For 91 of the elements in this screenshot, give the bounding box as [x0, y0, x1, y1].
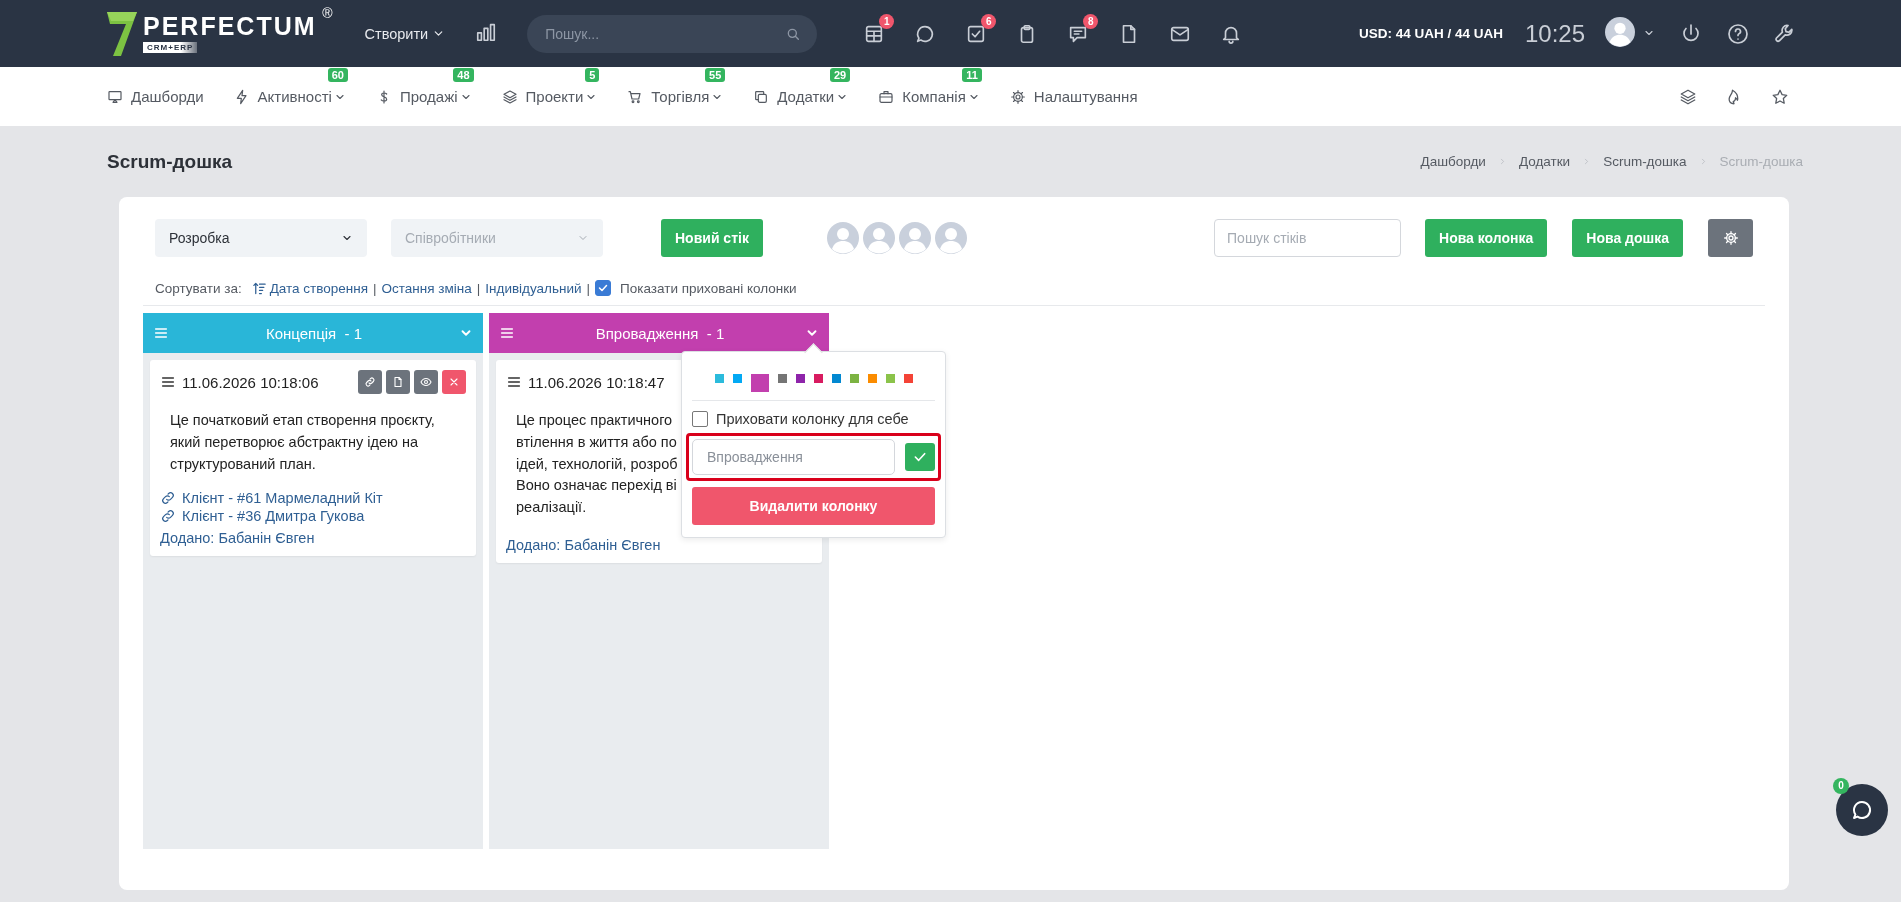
page-title: Scrum-дошка	[107, 150, 233, 173]
cart-icon	[627, 88, 644, 105]
eye-icon	[420, 376, 432, 388]
view-button[interactable]	[414, 370, 438, 394]
column-title: Концепція - 1	[264, 324, 364, 342]
notification-badge: 8	[1083, 13, 1099, 29]
copy-icon	[753, 88, 770, 105]
link-icon	[364, 376, 376, 388]
breadcrumb-link[interactable]: Дашборди	[1420, 154, 1486, 169]
logo-mark-icon	[107, 11, 137, 56]
search-field[interactable]: Пошук стіків	[1214, 219, 1402, 257]
checkbox[interactable]	[595, 280, 612, 296]
file-button[interactable]	[386, 370, 410, 394]
breadcrumb-link[interactable]: Scrum-дошка	[1603, 154, 1687, 169]
color-swatch[interactable]	[885, 374, 895, 383]
avatar-icon	[934, 222, 967, 254]
color-swatch[interactable]	[777, 374, 787, 383]
help-icon[interactable]	[1726, 21, 1750, 46]
checkbox-label: Показати приховані колонки	[620, 280, 797, 296]
chat-icon	[1850, 798, 1874, 822]
link-icon	[160, 508, 176, 525]
layers-icon	[501, 88, 518, 105]
color-swatch[interactable]	[714, 374, 724, 383]
close-icon	[448, 376, 460, 388]
briefcase-icon	[878, 88, 895, 105]
star-icon[interactable]	[1771, 87, 1789, 106]
trademark-sign: ®	[322, 5, 333, 21]
count-badge: 29	[829, 68, 851, 82]
column-title: Впровадження - 1	[594, 324, 726, 342]
menu-icon[interactable]	[499, 325, 515, 341]
client-link[interactable]: Клієнт - #61 Мармеладний Кіт	[160, 489, 383, 508]
notification-badge: 1	[879, 13, 895, 29]
project-select[interactable]: Розробка	[155, 219, 367, 257]
currency-rate: USD: 44 UAH / 44 UAH	[1358, 26, 1503, 41]
nav-item[interactable]: Дашборди	[107, 84, 204, 109]
color-swatch[interactable]	[831, 374, 841, 383]
count-badge: 60	[327, 68, 348, 82]
avatar-icon	[1605, 16, 1635, 47]
column-name-field[interactable]: Впровадження	[692, 439, 895, 475]
stick-card[interactable]: 11.06.2026 10:18:06 Це початковий етап створення проєкту, який перетворює абстрактну ідею на структурований план. Клієнт - #61 Мармеладний Кіт Клієнт - #36 Дмитра Гукова Додано: Бабанін Євген	[150, 360, 476, 556]
separator-text: |	[586, 280, 591, 296]
color-swatch[interactable]	[795, 374, 805, 383]
sort-link[interactable]: Остання зміна	[381, 280, 472, 296]
notification-badge: 6	[981, 13, 997, 29]
color-swatch[interactable]	[813, 374, 823, 383]
logo-tagline: CRM+ERP	[143, 42, 198, 53]
stick-text: Це процес практичного втілення в життя або по ідей, технологій, розроб Воно означає перехід ві реалізації.	[515, 411, 679, 517]
sort-link[interactable]: Індивідуальний	[485, 280, 582, 296]
monitor-icon	[107, 88, 123, 105]
stick-date: 11.06.2026 10:18:47	[528, 373, 665, 391]
link-icon	[160, 490, 176, 507]
count-badge: 5	[585, 68, 600, 82]
stick-date: 11.06.2026 10:18:06	[182, 373, 319, 391]
separator-text: |	[476, 280, 481, 296]
checkbox[interactable]	[692, 411, 708, 427]
settings-button[interactable]	[1708, 219, 1753, 257]
sort-label: Сортувати за:	[155, 280, 242, 296]
settings-icon	[1009, 88, 1026, 105]
color-swatch[interactable]	[903, 374, 913, 383]
color-swatch[interactable]	[867, 374, 877, 383]
author-text: Додано: Бабанін Євген	[160, 529, 316, 546]
avatar-icon	[826, 222, 859, 254]
menu-icon[interactable]	[160, 374, 176, 390]
avatar-icon	[862, 222, 895, 254]
color-swatch[interactable]	[732, 374, 742, 383]
client-link[interactable]: Клієнт - #36 Дмитра Гукова	[160, 507, 365, 526]
stick-text: Це початковий етап створення проєкту, який перетворює абстрактну ідею на структурований план.	[169, 411, 436, 474]
color-swatch[interactable]	[750, 374, 769, 392]
delete-button[interactable]	[442, 370, 466, 394]
sort-link[interactable]: Дата створення	[251, 280, 369, 296]
logo-text: PERFECTUM	[143, 14, 317, 39]
link-button[interactable]	[358, 370, 382, 394]
count-badge: 48	[453, 68, 474, 82]
notification-badge: 0	[1833, 778, 1849, 794]
author-text: Додано: Бабанін Євген	[506, 536, 662, 553]
settings-icon	[1722, 230, 1739, 246]
breadcrumb-link[interactable]: Додатки	[1518, 154, 1571, 169]
confirm-button[interactable]	[905, 443, 935, 471]
avatar-icon	[898, 222, 931, 254]
menu-icon[interactable]	[506, 374, 522, 390]
layers-icon[interactable]	[1679, 87, 1697, 106]
file-icon	[392, 376, 404, 388]
search-field[interactable]: Пошук...	[527, 14, 818, 53]
color-swatch[interactable]	[849, 374, 859, 383]
nav-item[interactable]: Налаштування	[1009, 84, 1138, 109]
count-badge: 55	[705, 68, 726, 82]
check-icon	[597, 282, 610, 294]
count-badge: 11	[962, 68, 982, 82]
separator-text: |	[373, 280, 377, 296]
create-menu[interactable]: Створити	[364, 25, 446, 42]
clock-time: 10:25	[1524, 19, 1585, 48]
